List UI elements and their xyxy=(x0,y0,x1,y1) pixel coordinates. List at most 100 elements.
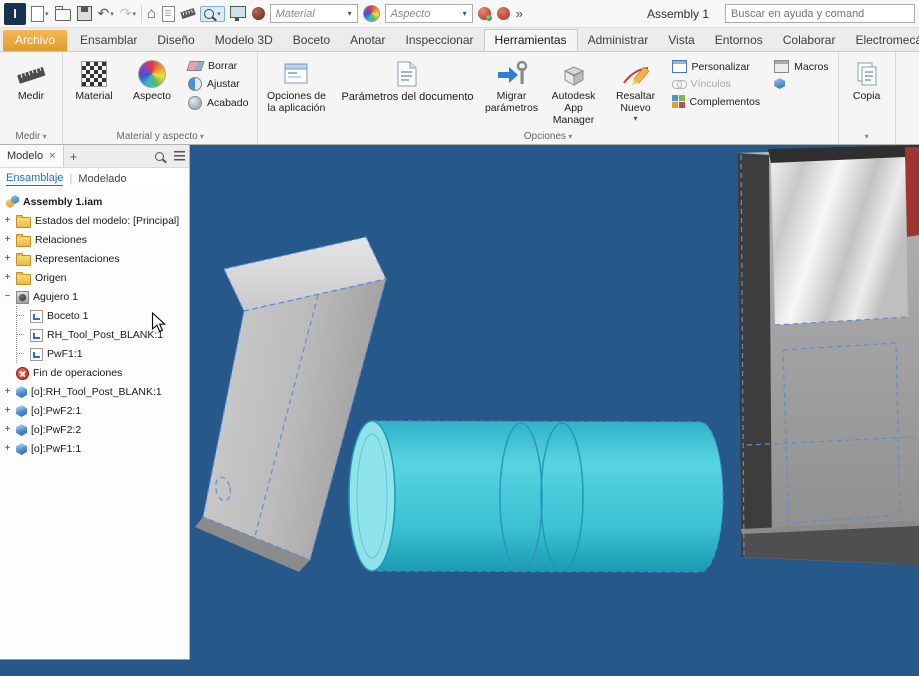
macros-button[interactable]: Macros xyxy=(774,60,829,73)
group-label-opciones[interactable]: Opciones xyxy=(258,131,837,144)
adjust-appearance-button[interactable] xyxy=(477,3,492,25)
tree-item-assembly-root[interactable]: Assembly 1.iam xyxy=(3,192,189,211)
document-icon xyxy=(162,5,176,22)
color-wheel-button[interactable] xyxy=(362,3,381,25)
sketch-icon xyxy=(30,347,43,361)
folder-icon xyxy=(16,271,31,285)
close-browser-tab-icon[interactable]: × xyxy=(49,150,55,162)
folder-icon xyxy=(16,233,31,247)
tree-item-pwf1[interactable]: PwF1:1 xyxy=(17,344,189,363)
material-sphere-button[interactable] xyxy=(251,3,266,25)
browser-search-button[interactable] xyxy=(149,145,169,167)
group-label-material[interactable]: Material y aspecto xyxy=(63,131,257,144)
tab-anotar[interactable]: Anotar xyxy=(340,30,395,51)
tab-diseno[interactable]: Diseño xyxy=(147,30,204,51)
expander-icon[interactable]: + xyxy=(3,272,12,283)
copiar-button[interactable]: Copia xyxy=(841,54,893,131)
undo-button[interactable] xyxy=(97,3,115,25)
home-view-button[interactable] xyxy=(146,3,157,25)
tree-item-relaciones[interactable]: + Relaciones xyxy=(3,230,189,249)
modelado-link[interactable]: Modelado xyxy=(78,173,126,185)
tree-item-part-pwf2-1[interactable]: + [o]:PwF2:1 xyxy=(3,401,189,420)
open-file-button[interactable] xyxy=(54,3,72,25)
toolbar-overflow-button[interactable] xyxy=(515,3,524,25)
aspecto-combo[interactable]: Aspecto xyxy=(384,4,473,23)
mode-separator: | xyxy=(69,173,73,185)
fixture-block-part[interactable] xyxy=(737,145,919,565)
expander-icon[interactable]: + xyxy=(3,215,12,226)
help-search-input[interactable] xyxy=(725,4,915,23)
adjust-icon xyxy=(188,77,202,91)
ribbon: Medir Medir Material Aspecto Borrar xyxy=(0,52,919,145)
browser-menu-button[interactable] xyxy=(169,145,189,167)
end-of-features-icon xyxy=(16,366,29,380)
tree-item-fin-de-operaciones[interactable]: Fin de operaciones xyxy=(3,363,189,382)
resaltar-nuevo-button[interactable]: Resaltar Nuevo xyxy=(607,54,665,131)
tab-colaborar[interactable]: Colaborar xyxy=(773,30,846,51)
ruler-icon xyxy=(180,8,196,19)
collapse-icon[interactable]: − xyxy=(3,291,12,302)
save-button[interactable] xyxy=(76,3,93,25)
parametros-documento-button[interactable]: Parámetros del documento xyxy=(332,54,482,131)
acabado-button[interactable]: Acabado xyxy=(188,96,248,110)
clear-appearance-button[interactable] xyxy=(496,3,511,25)
borrar-button[interactable]: Borrar xyxy=(186,60,248,72)
material-button[interactable]: Material xyxy=(65,54,123,131)
medir-button[interactable]: Medir xyxy=(2,54,60,131)
tab-vista[interactable]: Vista xyxy=(658,30,704,51)
add-browser-tab-button[interactable]: + xyxy=(64,145,84,167)
tree-item-part-pwf1-1[interactable]: + [o]:PwF1:1 xyxy=(3,439,189,458)
tab-boceto[interactable]: Boceto xyxy=(283,30,340,51)
expander-icon[interactable]: + xyxy=(3,424,12,435)
browser-tab-modelo[interactable]: Modelo × xyxy=(0,145,64,167)
expander-icon[interactable]: + xyxy=(3,386,12,397)
complementos-button[interactable]: Complementos xyxy=(671,95,760,108)
vinculos-button: Vínculos xyxy=(671,78,761,90)
measure-tool-button[interactable] xyxy=(180,3,196,25)
tree-item-agujero-1[interactable]: − Agujero 1 xyxy=(3,287,189,306)
group-label-medir[interactable]: Medir xyxy=(0,131,62,144)
tab-entornos[interactable]: Entornos xyxy=(705,30,773,51)
undo-icon xyxy=(98,5,110,22)
tab-archivo[interactable]: Archivo xyxy=(3,30,68,51)
display-settings-button[interactable] xyxy=(229,3,247,25)
opciones-aplicacion-button[interactable]: Opciones de la aplicación xyxy=(260,54,332,131)
aspecto-button[interactable]: Aspecto xyxy=(123,54,181,131)
assembly-icon xyxy=(6,195,19,208)
new-file-button[interactable] xyxy=(30,3,50,25)
cylinder-part[interactable] xyxy=(348,420,724,573)
tab-herramientas[interactable]: Herramientas xyxy=(483,29,578,51)
tree-item-part-pwf2-2[interactable]: + [o]:PwF2:2 xyxy=(3,420,189,439)
expander-icon[interactable]: + xyxy=(3,443,12,454)
tab-administrar[interactable]: Administrar xyxy=(578,30,659,51)
tree-item-representaciones[interactable]: + Representaciones xyxy=(3,249,189,268)
tree-item-part-rh-tool-post-blank[interactable]: + [o]:RH_Tool_Post_BLANK:1 xyxy=(3,382,189,401)
iproperties-button[interactable] xyxy=(161,3,176,25)
expander-icon[interactable]: + xyxy=(3,253,12,264)
magnifier-icon xyxy=(204,8,215,19)
material-combo[interactable]: Material xyxy=(269,4,358,23)
color-wheel-icon xyxy=(362,5,380,22)
inventor-logo[interactable]: I xyxy=(4,2,26,25)
expander-icon[interactable]: + xyxy=(3,234,12,245)
vba-editor-button[interactable] xyxy=(774,78,828,89)
expander-icon[interactable]: + xyxy=(3,405,12,416)
tab-inspeccionar[interactable]: Inspeccionar xyxy=(395,30,483,51)
menu-icon xyxy=(173,151,185,161)
personalizar-button[interactable]: Personalizar xyxy=(671,60,761,73)
zoom-window-button[interactable] xyxy=(200,5,225,22)
group-label-portapapeles[interactable] xyxy=(839,131,895,144)
addins-blocks-icon xyxy=(671,95,685,108)
document-settings-icon xyxy=(395,57,419,91)
tab-modelo-3d[interactable]: Modelo 3D xyxy=(205,30,283,51)
redo-button[interactable] xyxy=(119,3,137,25)
tree-item-origen[interactable]: + Origen xyxy=(3,268,189,287)
redo-icon xyxy=(120,5,132,22)
ensamblaje-link[interactable]: Ensamblaje xyxy=(6,172,64,186)
ajustar-button[interactable]: Ajustar xyxy=(188,77,248,91)
tab-ensamblar[interactable]: Ensamblar xyxy=(70,30,147,51)
autodesk-app-manager-button[interactable]: Autodesk App Manager xyxy=(541,54,607,131)
migrar-parametros-button[interactable]: Migrar parámetros xyxy=(483,54,541,131)
tree-item-estados-del-modelo[interactable]: + Estados del modelo: [Principal] xyxy=(3,211,189,230)
tab-electromecanica[interactable]: Electromecánica xyxy=(845,30,919,51)
